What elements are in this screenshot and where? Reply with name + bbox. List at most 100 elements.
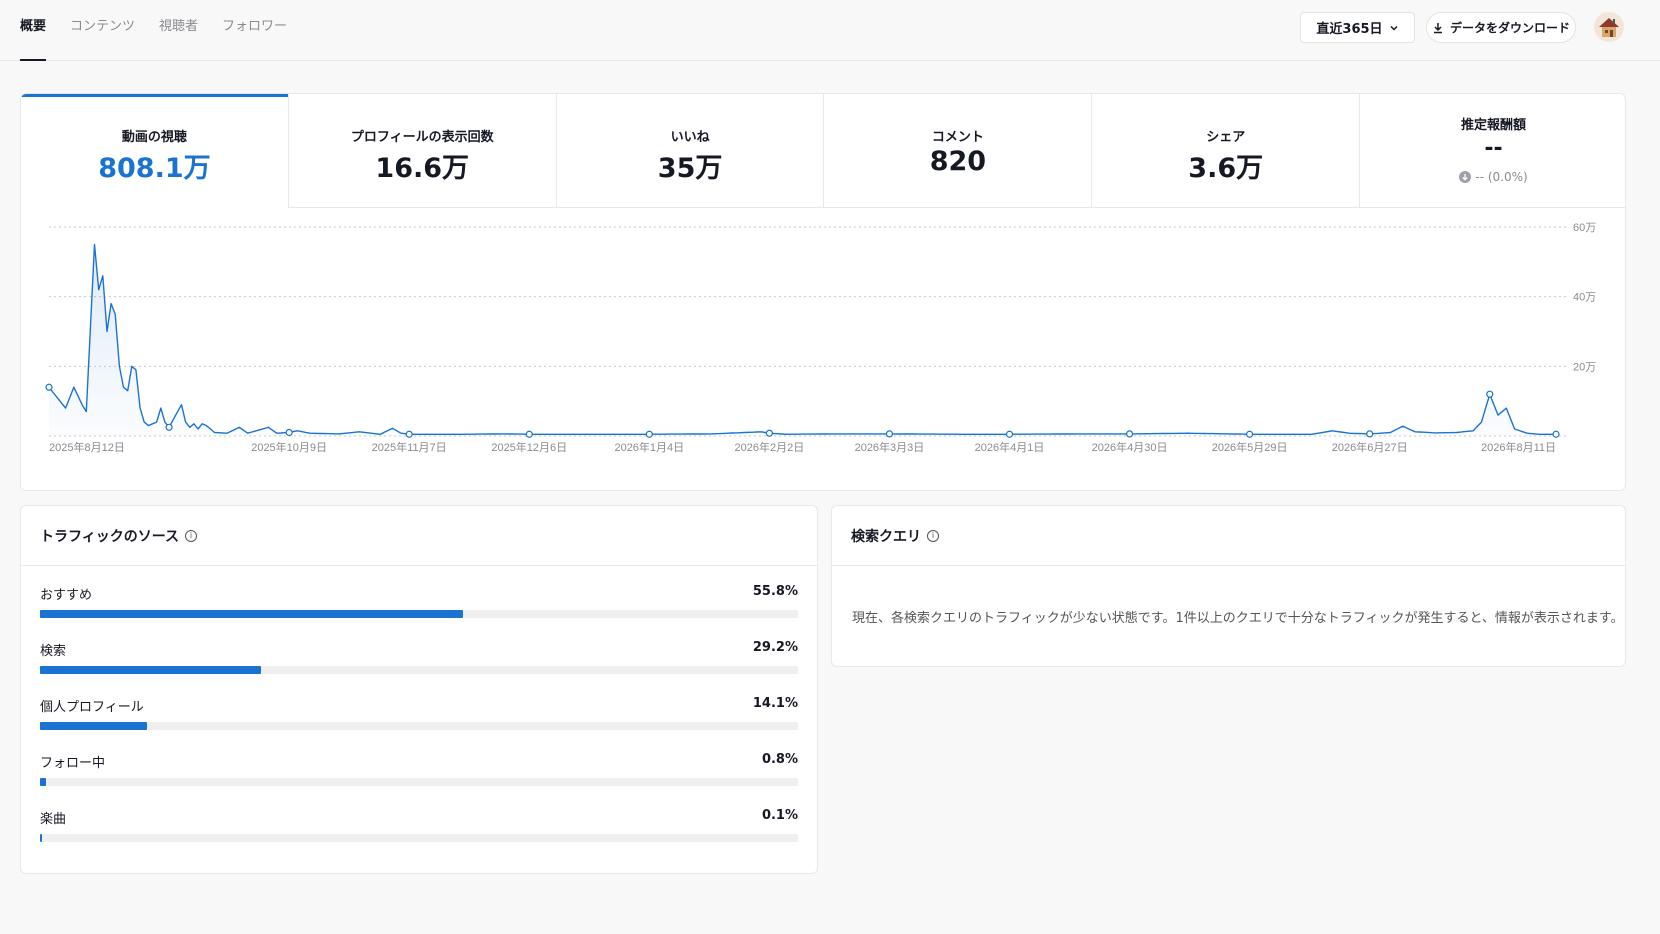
metric-change-text: -- (0.0%) bbox=[1475, 170, 1528, 184]
tab-bar: 概要 コンテンツ 視聴者 フォロワー bbox=[20, 0, 287, 61]
metric-value: 16.6万 bbox=[375, 153, 470, 184]
tab-followers[interactable]: フォロワー bbox=[222, 0, 287, 61]
traffic-source-row: おすすめ 55.8% bbox=[40, 584, 798, 624]
x-tick-label: 2026年4月1日 bbox=[975, 440, 1045, 454]
x-tick-label: 2026年4月30日 bbox=[1092, 440, 1168, 454]
data-point-marker bbox=[1246, 430, 1254, 438]
views-chart: 20万 40万 60万 2025年8月12日 2025年10月9日 2025年11月7日… bbox=[21, 208, 1625, 490]
traffic-source-label: おすすめ bbox=[40, 588, 93, 603]
data-point-marker bbox=[765, 429, 773, 437]
search-queries-card: 検索クエリ i 現在、各検索クエリのトラフィックが少ない状態です。1件以上のクエ… bbox=[831, 505, 1626, 667]
period-label: 直近365日 bbox=[1316, 22, 1383, 37]
y-tick-label: 60万 bbox=[1573, 222, 1596, 234]
traffic-source-bar-track bbox=[40, 610, 798, 618]
download-label: データをダウンロード bbox=[1449, 21, 1570, 35]
download-icon bbox=[1433, 22, 1442, 33]
metric-value: 3.6万 bbox=[1188, 153, 1264, 184]
traffic-source-row: 個人プロフィール 14.1% bbox=[40, 696, 798, 736]
traffic-source-bar-fill bbox=[40, 834, 42, 842]
download-data-button[interactable]: データをダウンロード bbox=[1426, 12, 1576, 43]
chevron-down-icon bbox=[1390, 25, 1398, 31]
data-point-marker bbox=[285, 428, 293, 437]
views-chart-svg: 20万 40万 60万 2025年8月12日 2025年10月9日 2025年11月7日… bbox=[45, 222, 1596, 454]
top-nav: 概要 コンテンツ 視聴者 フォロワー 直近365日 データをダウンロード bbox=[0, 0, 1660, 61]
metric-label: コメント bbox=[931, 130, 984, 145]
x-tick-label: 2026年6月27日 bbox=[1332, 440, 1408, 454]
traffic-source-percent: 55.8% bbox=[752, 584, 798, 599]
traffic-source-bar-track bbox=[40, 666, 798, 674]
traffic-source-bar-fill bbox=[40, 722, 147, 730]
traffic-source-bar-fill bbox=[40, 778, 47, 786]
x-tick-label: 2025年10月9日 bbox=[251, 440, 327, 454]
data-point-marker bbox=[1005, 430, 1014, 438]
metric-label: 動画の視聴 bbox=[121, 130, 187, 145]
traffic-source-bar-track bbox=[40, 834, 798, 842]
info-icon[interactable]: i bbox=[927, 529, 939, 542]
traffic-source-label: 楽曲 bbox=[40, 812, 67, 827]
series-line bbox=[48, 243, 1556, 435]
x-tick-label: 2026年3月3日 bbox=[855, 440, 925, 454]
data-point-marker bbox=[1125, 430, 1134, 438]
x-tick-label: 2026年8月11日 bbox=[1481, 440, 1556, 454]
traffic-source-row: 楽曲 0.1% bbox=[40, 808, 798, 848]
metric-profile-views[interactable]: プロフィールの表示回数 16.6万 bbox=[288, 94, 557, 208]
data-point-marker bbox=[645, 430, 653, 438]
tab-viewers[interactable]: 視聴者 bbox=[159, 0, 198, 61]
metric-label: シェア bbox=[1206, 130, 1246, 145]
data-point-marker bbox=[165, 423, 173, 431]
traffic-source-bar-fill bbox=[40, 610, 463, 618]
x-tick-label: 2025年11月7日 bbox=[372, 440, 447, 454]
traffic-source-label: 個人プロフィール bbox=[40, 700, 144, 715]
metric-tabs: 動画の視聴 808.1万 プロフィールの表示回数 16.6万 いいね 35万 コ… bbox=[21, 94, 1625, 208]
info-icon[interactable]: i bbox=[185, 529, 198, 542]
metric-estimated-earnings[interactable]: 推定報酬額 -- -- (0.0%) bbox=[1360, 94, 1625, 208]
x-tick-label: 2025年8月12日 bbox=[49, 440, 125, 454]
data-point-marker bbox=[1486, 390, 1494, 398]
tab-overview[interactable]: 概要 bbox=[20, 0, 47, 61]
traffic-source-bar-fill bbox=[40, 666, 262, 674]
traffic-sources-header: トラフィックのソース i bbox=[21, 506, 817, 566]
data-point-marker bbox=[405, 430, 413, 438]
series-area bbox=[49, 244, 1556, 436]
overview-card: 動画の視聴 808.1万 プロフィールの表示回数 16.6万 いいね 35万 コ… bbox=[20, 93, 1626, 491]
house-avatar-icon bbox=[1599, 18, 1619, 37]
y-tick-label: 20万 bbox=[1573, 361, 1596, 373]
traffic-source-percent: 0.1% bbox=[761, 808, 798, 823]
arrow-down-circle-icon bbox=[1459, 171, 1472, 183]
traffic-source-percent: 29.2% bbox=[752, 640, 798, 655]
data-point-marker bbox=[885, 430, 894, 438]
data-point-marker bbox=[45, 383, 53, 391]
tab-content[interactable]: コンテンツ bbox=[70, 0, 135, 61]
traffic-sources-card: トラフィックのソース i おすすめ 55.8% 検索 29.2% 個人プロフィール 14.… bbox=[20, 505, 818, 874]
metric-label: いいね bbox=[670, 130, 710, 145]
metric-likes[interactable]: いいね 35万 bbox=[556, 94, 825, 208]
search-queries-title: 検索クエリ bbox=[851, 528, 921, 545]
search-queries-message: 現在、各検索クエリのトラフィックが少ない状態です。1件以上のクエリで十分なトラフ… bbox=[852, 611, 1624, 626]
x-tick-label: 2026年5月29日 bbox=[1212, 440, 1288, 454]
search-queries-header: 検索クエリ i bbox=[832, 506, 1625, 566]
metric-label: プロフィールの表示回数 bbox=[350, 130, 494, 145]
data-point-marker bbox=[525, 430, 533, 438]
traffic-source-percent: 0.8% bbox=[761, 752, 798, 767]
x-tick-label: 2026年1月4日 bbox=[614, 440, 684, 454]
data-point-marker bbox=[1552, 430, 1560, 438]
traffic-source-bar-track bbox=[40, 778, 798, 786]
metric-comments[interactable]: コメント 820 bbox=[824, 94, 1093, 208]
x-tick-label: 2025年12月6日 bbox=[491, 440, 567, 454]
traffic-source-bar-track bbox=[40, 722, 798, 730]
metric-value: 820 bbox=[929, 146, 987, 177]
traffic-source-label: フォロー中 bbox=[40, 756, 106, 771]
traffic-sources-title: トラフィックのソース bbox=[40, 528, 180, 545]
traffic-source-percent: 14.1% bbox=[752, 696, 798, 711]
period-dropdown[interactable]: 直近365日 bbox=[1300, 12, 1415, 43]
traffic-source-row: フォロー中 0.8% bbox=[40, 752, 798, 792]
metric-label: 推定報酬額 bbox=[1461, 118, 1527, 133]
traffic-source-row: 検索 29.2% bbox=[40, 640, 798, 680]
metric-value: 35万 bbox=[657, 153, 723, 184]
traffic-source-label: 検索 bbox=[40, 644, 67, 659]
metric-shares[interactable]: シェア 3.6万 bbox=[1092, 94, 1361, 208]
y-tick-label: 40万 bbox=[1573, 292, 1596, 304]
metric-value: -- bbox=[1484, 136, 1503, 161]
avatar[interactable] bbox=[1594, 12, 1624, 42]
metric-video-views[interactable]: 動画の視聴 808.1万 bbox=[21, 94, 289, 208]
